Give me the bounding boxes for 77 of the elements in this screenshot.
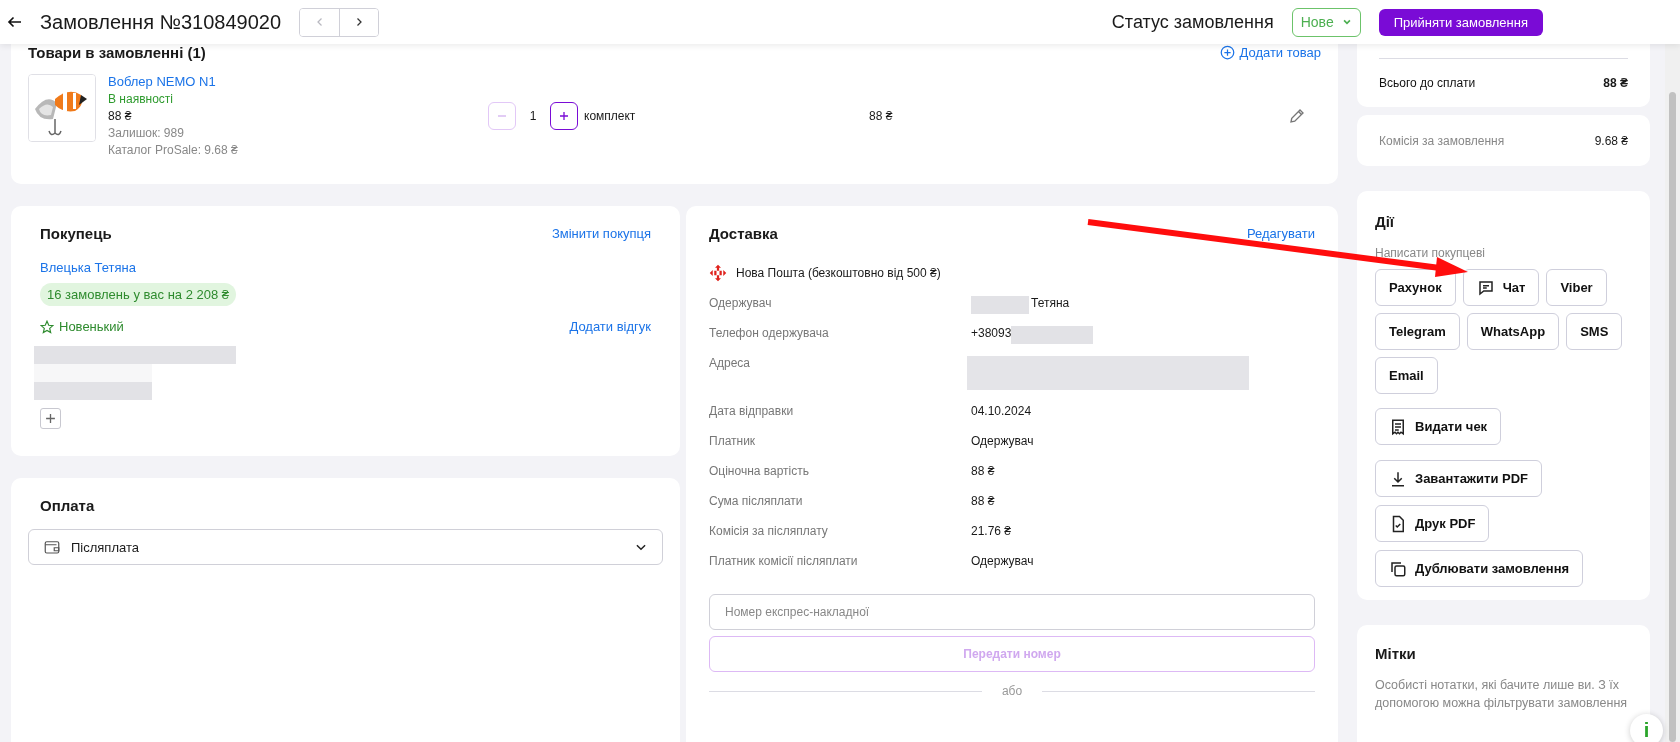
- redaction-block: [971, 296, 1029, 314]
- add-review-link[interactable]: Додати відгук: [569, 319, 651, 334]
- chat-button[interactable]: Чат: [1462, 269, 1540, 306]
- star-icon: [40, 319, 54, 334]
- increase-button[interactable]: [550, 101, 578, 130]
- action-button[interactable]: Завантажити PDF: [1375, 460, 1543, 497]
- field-label: Платник комісії післяплати: [709, 554, 859, 568]
- buyer-status: Новенький: [40, 319, 124, 334]
- add-product-link[interactable]: Додати товар: [1220, 45, 1321, 60]
- waybill-number-field[interactable]: Номер експрес-накладної: [709, 594, 1315, 630]
- field-label: Дата відправки: [709, 404, 795, 418]
- field-value: Тетяна: [1031, 296, 1070, 310]
- product-price: 88 ₴: [108, 109, 133, 123]
- stock-text: Залишок: 989: [108, 126, 185, 140]
- unit-label: комплект: [584, 108, 637, 123]
- carrier-logo-icon: [709, 264, 727, 282]
- field-value: Одержувач: [971, 434, 1034, 448]
- field-label: Одержувач: [709, 296, 773, 310]
- field-label: Телефон одержувача: [709, 326, 830, 340]
- summary-value: 9.68 ₴: [1594, 133, 1628, 148]
- carrier-name: Нова Пошта (безкоштовно від 500 ₴): [736, 266, 941, 280]
- summary-value: 88 ₴: [1603, 76, 1628, 90]
- field-label: Адреса: [709, 356, 752, 370]
- field-value: Одержувач: [971, 554, 1034, 568]
- plus-icon: [559, 110, 569, 121]
- field-label: Сума післяплати: [709, 494, 804, 508]
- orders-badge: 16 замовлень у вас на 2 208 ₴: [40, 283, 237, 306]
- copy-icon: [1389, 559, 1407, 578]
- field-label: Комісія за післяплату: [709, 524, 829, 538]
- change-buyer-link[interactable]: Змінити покупця: [551, 226, 651, 241]
- section-title: Дії: [1375, 213, 1396, 230]
- messenger-button[interactable]: SMS: [1566, 313, 1623, 350]
- section-title: Оплата: [40, 497, 96, 514]
- action-button[interactable]: Видати чек: [1375, 408, 1502, 445]
- accept-order-button[interactable]: Прийняти замовлення: [1378, 8, 1543, 36]
- product-name-link[interactable]: Воблер NEMO N1: [108, 74, 216, 89]
- add-button[interactable]: [40, 408, 61, 429]
- availability-text: В наявності: [108, 92, 174, 106]
- receipt-icon: [1389, 417, 1407, 436]
- payment-method-dropdown[interactable]: Післяплата: [28, 529, 663, 565]
- messenger-button[interactable]: WhatsApp: [1466, 313, 1560, 350]
- download-icon: [1389, 469, 1407, 488]
- plus-circle-icon: [1220, 45, 1236, 60]
- plus-icon: [45, 413, 56, 424]
- messenger-button[interactable]: Viber: [1546, 269, 1607, 306]
- buyer-name-link[interactable]: Влецька Тетяна: [40, 260, 136, 275]
- status-label: Статус замовлення: [1111, 11, 1274, 33]
- field-value: 88 ₴: [971, 464, 995, 478]
- messenger-button[interactable]: Telegram: [1375, 313, 1460, 350]
- field-value: +38093: [971, 326, 1012, 340]
- section-title: Товари в замовленні (1): [28, 44, 206, 61]
- action-button[interactable]: Друк PDF: [1375, 505, 1490, 542]
- catalog-price: Каталог ProSale: 9.68 ₴: [108, 143, 239, 157]
- summary-label: Комісія за замовлення: [1379, 133, 1505, 148]
- quantity-value: 1: [528, 108, 538, 123]
- section-title: Покупець: [40, 225, 112, 242]
- section-subtitle: Написати покупцеві: [1375, 246, 1486, 260]
- line-total: 88 ₴: [869, 108, 894, 123]
- edit-link[interactable]: Редагувати: [1246, 226, 1315, 241]
- field-value: 04.10.2024: [971, 404, 1032, 418]
- summary-label: Всього до сплати: [1379, 76, 1476, 90]
- messenger-button[interactable]: Email: [1375, 357, 1438, 394]
- messenger-button[interactable]: Рахунок: [1375, 269, 1456, 306]
- section-title: Мітки: [1375, 645, 1417, 662]
- scrollbar-thumb[interactable]: [1669, 92, 1676, 742]
- action-button[interactable]: Дублювати замовлення: [1375, 550, 1584, 587]
- chat-icon: [1476, 278, 1495, 297]
- divider-text: або: [1001, 684, 1023, 698]
- field-label: Платник: [709, 434, 757, 448]
- chevron-down-icon: [1341, 17, 1352, 27]
- section-title: Доставка: [709, 225, 778, 242]
- field-value: 88 ₴: [971, 494, 995, 508]
- page-title: Замовлення №310849020: [40, 10, 282, 34]
- field-value: 21.76 ₴: [971, 524, 1012, 538]
- field-label: Оціночна вартість: [709, 464, 811, 478]
- wallet-icon: [43, 538, 61, 556]
- marks-description: Особисті нотатки, які бачите лише ви. З їх допомогою можна фільтрувати замовлення: [1375, 677, 1629, 713]
